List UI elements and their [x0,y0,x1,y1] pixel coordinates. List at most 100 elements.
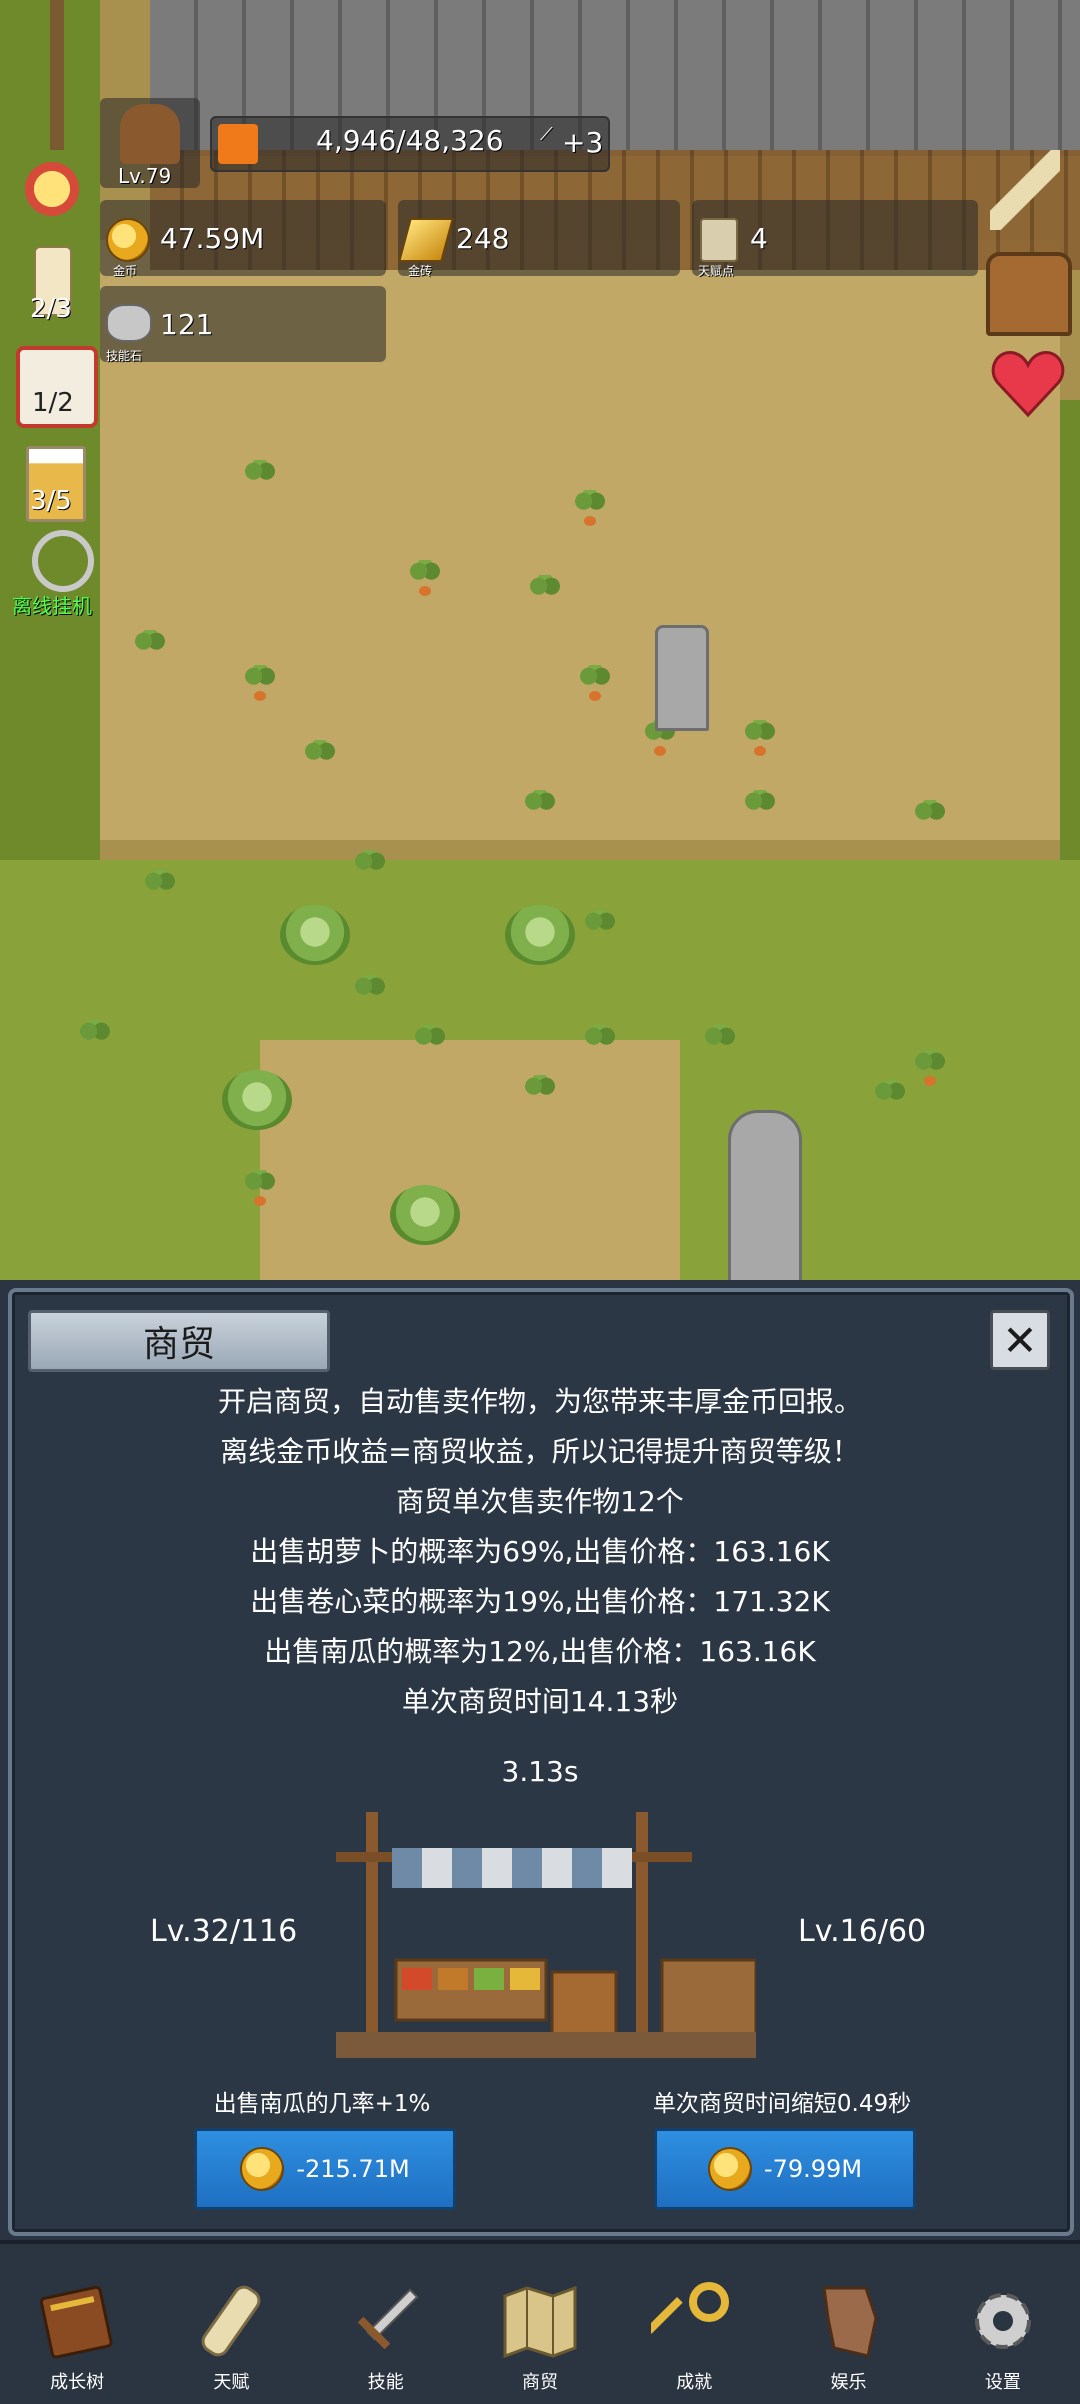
farm-scene [0,0,1080,1280]
skill-stone-label: 技能石 [106,349,143,363]
crop-sprout[interactable] [140,870,180,910]
horn-icon[interactable] [990,150,1060,230]
talent-label: 天赋点 [698,264,735,278]
exp-bonus-icon: ⟋ [540,124,553,145]
offline-key-icon[interactable] [32,530,94,592]
nav-growth-tree[interactable]: 成长树 [0,2244,154,2404]
right-upgrade-button[interactable]: -79.99M [654,2128,916,2210]
crop-sprout[interactable] [130,630,170,670]
avatar-portrait [120,104,180,164]
treasure-chest-icon[interactable] [986,252,1072,336]
nav-label: 娱乐 [830,2372,867,2393]
close-button[interactable]: ✕ [990,1310,1050,1370]
fence-post [50,0,64,150]
scroll-icon [201,2285,261,2357]
market-stall [336,1812,758,2060]
panel-title-box: 商贸 [28,1310,330,1372]
crop-sprout[interactable] [580,1025,620,1065]
crop-sprout[interactable] [520,790,560,830]
crop-sprout[interactable] [870,1080,910,1120]
gear-icon [974,2293,1031,2349]
gold-brick-value: 248 [456,222,510,255]
carrot-plant[interactable] [240,665,280,705]
book-icon [40,2285,113,2359]
cabbage-plant[interactable] [280,905,350,965]
trade-description: 开启商贸，自动售卖作物，为您带来丰厚金币回报。 [217,1385,862,1418]
key-icon [651,2282,730,2334]
candle-count: 2/3 [30,294,72,324]
cabbage-chance: 出售卷心菜的概率为19%,出售价格：171.32K [250,1585,830,1618]
exp-fill [218,124,258,164]
crop-sprout[interactable] [350,975,390,1015]
nav-achievement[interactable]: 成就 [617,2244,771,2404]
gold-coin-icon [240,2147,285,2191]
crop-sprout[interactable] [75,1020,115,1060]
crop-sprout[interactable] [350,850,390,890]
nav-label: 商贸 [521,2372,558,2393]
parchment-icon [821,2286,878,2358]
map-icon [503,2285,577,2359]
crop-sprout[interactable] [410,1025,450,1065]
cabbage-plant[interactable] [222,1070,292,1130]
carrot-chance: 出售胡萝卜的概率为69%,出售价格：163.16K [250,1535,830,1568]
exp-bonus: +3 [562,126,604,159]
panel-title: 商贸 [142,1324,215,1365]
carrot-plant[interactable] [240,1170,280,1210]
crop-sprout[interactable] [525,575,565,615]
crop-sprout[interactable] [700,1025,740,1065]
nav-label: 天赋 [213,2372,250,2393]
right-upgrade-label: 单次商贸时间缩短0.49秒 [652,2091,912,2117]
cabbage-plant[interactable] [505,905,575,965]
beer-count: 3/5 [30,486,72,516]
heart-icon[interactable] [990,345,1066,421]
crop-sprout[interactable] [520,1075,560,1115]
left-upgrade-label: 出售南瓜的几率+1% [213,2091,431,2117]
offline-label[interactable]: 离线挂机 [12,590,92,619]
crop-sprout[interactable] [910,800,950,840]
nav-skill[interactable]: 技能 [309,2244,463,2404]
nav-label: 成长树 [50,2372,105,2393]
dirt-patch [260,1040,680,1280]
gold-label: 金币 [113,264,138,278]
exp-value: 4,946/48,326 [316,124,504,157]
crop-sprout[interactable] [580,910,620,950]
cabbage-plant[interactable] [390,1185,460,1245]
scarecrow-statue[interactable] [655,625,709,731]
nav-entertainment[interactable]: 娱乐 [771,2244,925,2404]
left-upgrade-button[interactable]: -215.71M [194,2128,456,2210]
nav-talent[interactable]: 天赋 [154,2244,308,2404]
trade-duration: 单次商贸时间14.13秒 [401,1685,679,1718]
crop-sprout[interactable] [240,460,280,500]
talent-value: 4 [750,222,768,255]
carrot-plant[interactable] [570,490,610,530]
dice-count: 1/2 [32,388,74,418]
trade-timer: 3.13s [501,1755,579,1788]
crown-icon[interactable] [20,158,84,220]
carrot-plant[interactable] [575,665,615,705]
left-upgrade-cost: -215.71M [296,2155,410,2183]
carrot-plant[interactable] [405,560,445,600]
pumpkin-chance: 出售南瓜的概率为12%,出售价格：163.16K [264,1635,816,1668]
offline-income-note: 离线金币收益=商贸收益，所以记得提升商贸等级！ [220,1435,860,1468]
carrot-plant[interactable] [740,720,780,760]
bottom-nav: 成长树 天赋 技能 商贸 成就 娱乐 设置 [0,2240,1080,2404]
right-level: Lv.16/60 [798,1914,927,1949]
carrot-plant[interactable] [910,1050,950,1090]
nav-label: 成就 [676,2372,713,2393]
nav-trade[interactable]: 商贸 [463,2244,617,2404]
nav-label: 设置 [984,2372,1021,2393]
player-level: Lv.79 [118,164,172,188]
skill-stone-value: 121 [160,308,214,341]
goddess-statue[interactable] [728,1110,802,1280]
gold-brick-label: 金砖 [408,264,433,278]
sword-icon [357,2288,419,2350]
left-level: Lv.32/116 [150,1914,298,1949]
crops-per-trade: 商贸单次售卖作物12个 [396,1485,684,1518]
right-upgrade-cost: -79.99M [763,2155,863,2183]
crop-sprout[interactable] [740,790,780,830]
gold-value: 47.59M [160,222,265,255]
nav-label: 技能 [367,2372,404,2393]
crop-sprout[interactable] [300,740,340,780]
nav-settings[interactable]: 设置 [926,2244,1080,2404]
gold-coin-icon [106,218,150,262]
